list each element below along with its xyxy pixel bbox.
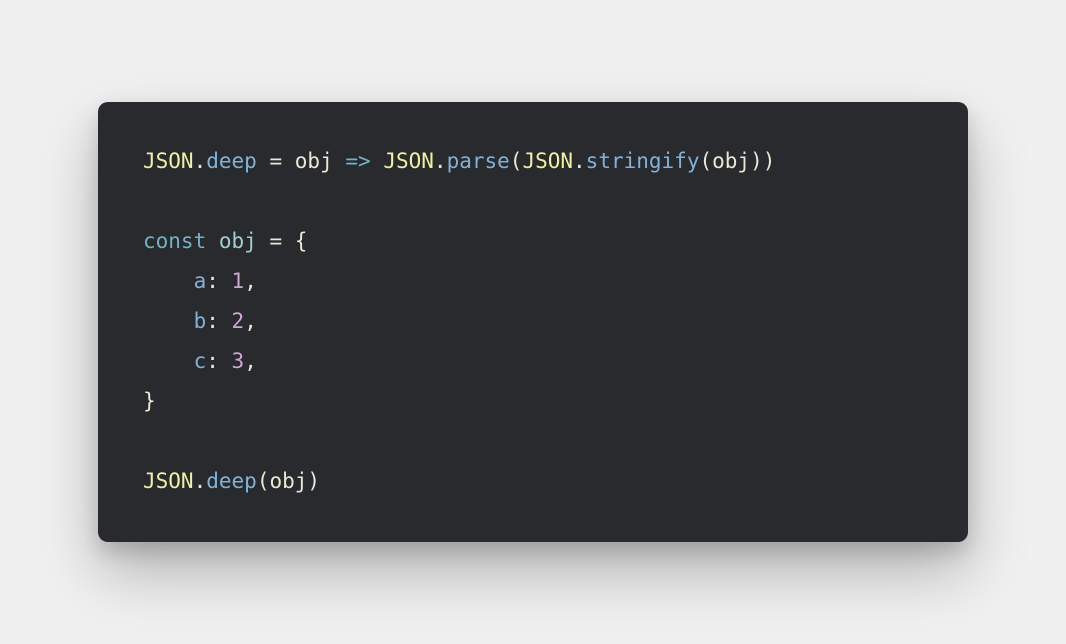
code-token <box>333 149 346 173</box>
code-token <box>257 149 270 173</box>
code-token: JSON <box>143 149 194 173</box>
code-token: 1 <box>232 269 245 293</box>
code-token <box>282 149 295 173</box>
code-token: deep <box>206 149 257 173</box>
code-token: c <box>194 349 207 373</box>
code-token: . <box>434 149 447 173</box>
code-token: parse <box>447 149 510 173</box>
code-token: : <box>206 309 219 333</box>
code-token <box>282 229 295 253</box>
code-token: { <box>295 229 308 253</box>
code-token <box>257 229 270 253</box>
code-token: obj <box>219 229 257 253</box>
code-block: JSON.deep = obj => JSON.parse(JSON.strin… <box>143 142 923 501</box>
code-token: obj <box>269 469 307 493</box>
code-token: , <box>244 309 257 333</box>
code-token: JSON <box>383 149 434 173</box>
code-token <box>143 349 194 373</box>
code-token <box>219 309 232 333</box>
code-token: ) <box>763 149 776 173</box>
code-token: : <box>206 269 219 293</box>
code-token: stringify <box>586 149 700 173</box>
code-token: : <box>206 349 219 373</box>
code-token: obj <box>712 149 750 173</box>
code-token: ( <box>510 149 523 173</box>
code-token: deep <box>206 469 257 493</box>
code-token: const <box>143 229 206 253</box>
code-token: 3 <box>232 349 245 373</box>
code-token: . <box>194 469 207 493</box>
code-token: obj <box>295 149 333 173</box>
code-token <box>143 309 194 333</box>
code-token: . <box>573 149 586 173</box>
code-token: } <box>143 389 156 413</box>
code-token: . <box>194 149 207 173</box>
code-token: b <box>194 309 207 333</box>
code-token: JSON <box>522 149 573 173</box>
code-token <box>219 349 232 373</box>
code-token: 2 <box>232 309 245 333</box>
code-token: , <box>244 349 257 373</box>
code-token: => <box>345 149 370 173</box>
code-card: JSON.deep = obj => JSON.parse(JSON.strin… <box>98 102 968 541</box>
code-token: = <box>269 149 282 173</box>
code-token: JSON <box>143 469 194 493</box>
code-token: a <box>194 269 207 293</box>
code-token <box>219 269 232 293</box>
code-token: ( <box>699 149 712 173</box>
code-token <box>371 149 384 173</box>
code-token: ( <box>257 469 270 493</box>
code-token <box>143 269 194 293</box>
code-token: = <box>269 229 282 253</box>
code-token: ) <box>750 149 763 173</box>
code-token: ) <box>307 469 320 493</box>
code-token: , <box>244 269 257 293</box>
code-token <box>206 229 219 253</box>
